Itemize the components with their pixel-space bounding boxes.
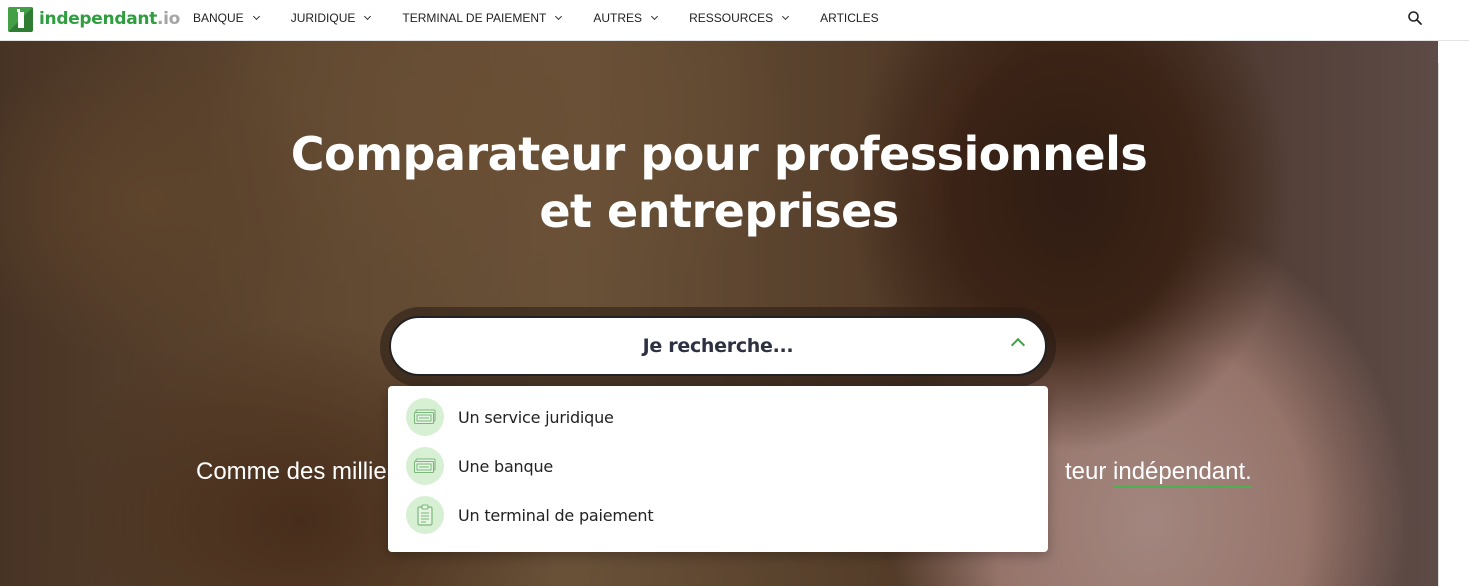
dropdown-option-label: Une banque: [458, 456, 554, 476]
site-logo[interactable]: independant.io: [8, 6, 180, 32]
nav-item-banque[interactable]: BANQUE: [193, 11, 260, 25]
dropdown-option-label: Un terminal de paiement: [458, 505, 654, 525]
nav-item-label: RESSOURCES: [689, 11, 774, 25]
nav-item-label: JURIDIQUE: [290, 11, 356, 25]
main-menu: BANQUE JURIDIQUE TERMINAL DE PAIEMENT AU…: [193, 0, 911, 36]
nav-item-juridique[interactable]: JURIDIQUE: [290, 11, 372, 25]
search-select-label: Je recherche...: [642, 335, 794, 357]
tagline-left: Comme des millie: [196, 458, 387, 485]
chevron-down-icon: [252, 12, 260, 20]
chevron-down-icon: [555, 12, 563, 20]
chevron-down-icon: [782, 12, 790, 20]
top-navigation: independant.io BANQUE JURIDIQUE TERMINAL…: [0, 0, 1469, 41]
clipboard-icon: [406, 496, 444, 534]
hero-title: Comparateur pour professionnels et entre…: [290, 127, 1148, 238]
dropdown-option-banque[interactable]: Une banque: [406, 446, 553, 486]
tagline-accent: indépendant.: [1113, 458, 1252, 488]
hero-background-image: Comparateur pour professionnels et entre…: [0, 41, 1438, 586]
right-sidebar-strip: [1438, 63, 1469, 586]
search-select[interactable]: Je recherche...: [389, 316, 1047, 376]
nav-item-label: TERMINAL DE PAIEMENT: [402, 11, 547, 25]
nav-item-articles[interactable]: ARTICLES: [820, 11, 878, 25]
search-icon[interactable]: [1407, 10, 1423, 26]
logo-mark-icon: [8, 6, 33, 32]
nav-item-autres[interactable]: AUTRES: [593, 11, 659, 25]
search-dropdown-menu: Un service juridique Une banque Un termi…: [388, 386, 1048, 552]
nav-item-ressources[interactable]: RESSOURCES: [689, 11, 790, 25]
dropdown-option-terminal-de-paiement[interactable]: Un terminal de paiement: [406, 495, 654, 535]
dropdown-option-service-juridique[interactable]: Un service juridique: [406, 397, 614, 437]
cash-icon: [406, 447, 444, 485]
nav-item-label: BANQUE: [193, 11, 244, 25]
nav-item-label: ARTICLES: [820, 11, 879, 25]
chevron-down-icon: [651, 12, 659, 20]
cash-icon: [406, 398, 444, 436]
tagline-right: teur indépendant.: [1065, 458, 1252, 488]
nav-item-terminal-de-paiement[interactable]: TERMINAL DE PAIEMENT: [402, 11, 563, 25]
dropdown-option-label: Un service juridique: [458, 407, 614, 427]
logo-text: independant.io: [39, 9, 181, 29]
chevron-down-icon: [364, 12, 372, 20]
nav-item-label: AUTRES: [593, 11, 643, 25]
chevron-up-icon: [1010, 337, 1026, 353]
